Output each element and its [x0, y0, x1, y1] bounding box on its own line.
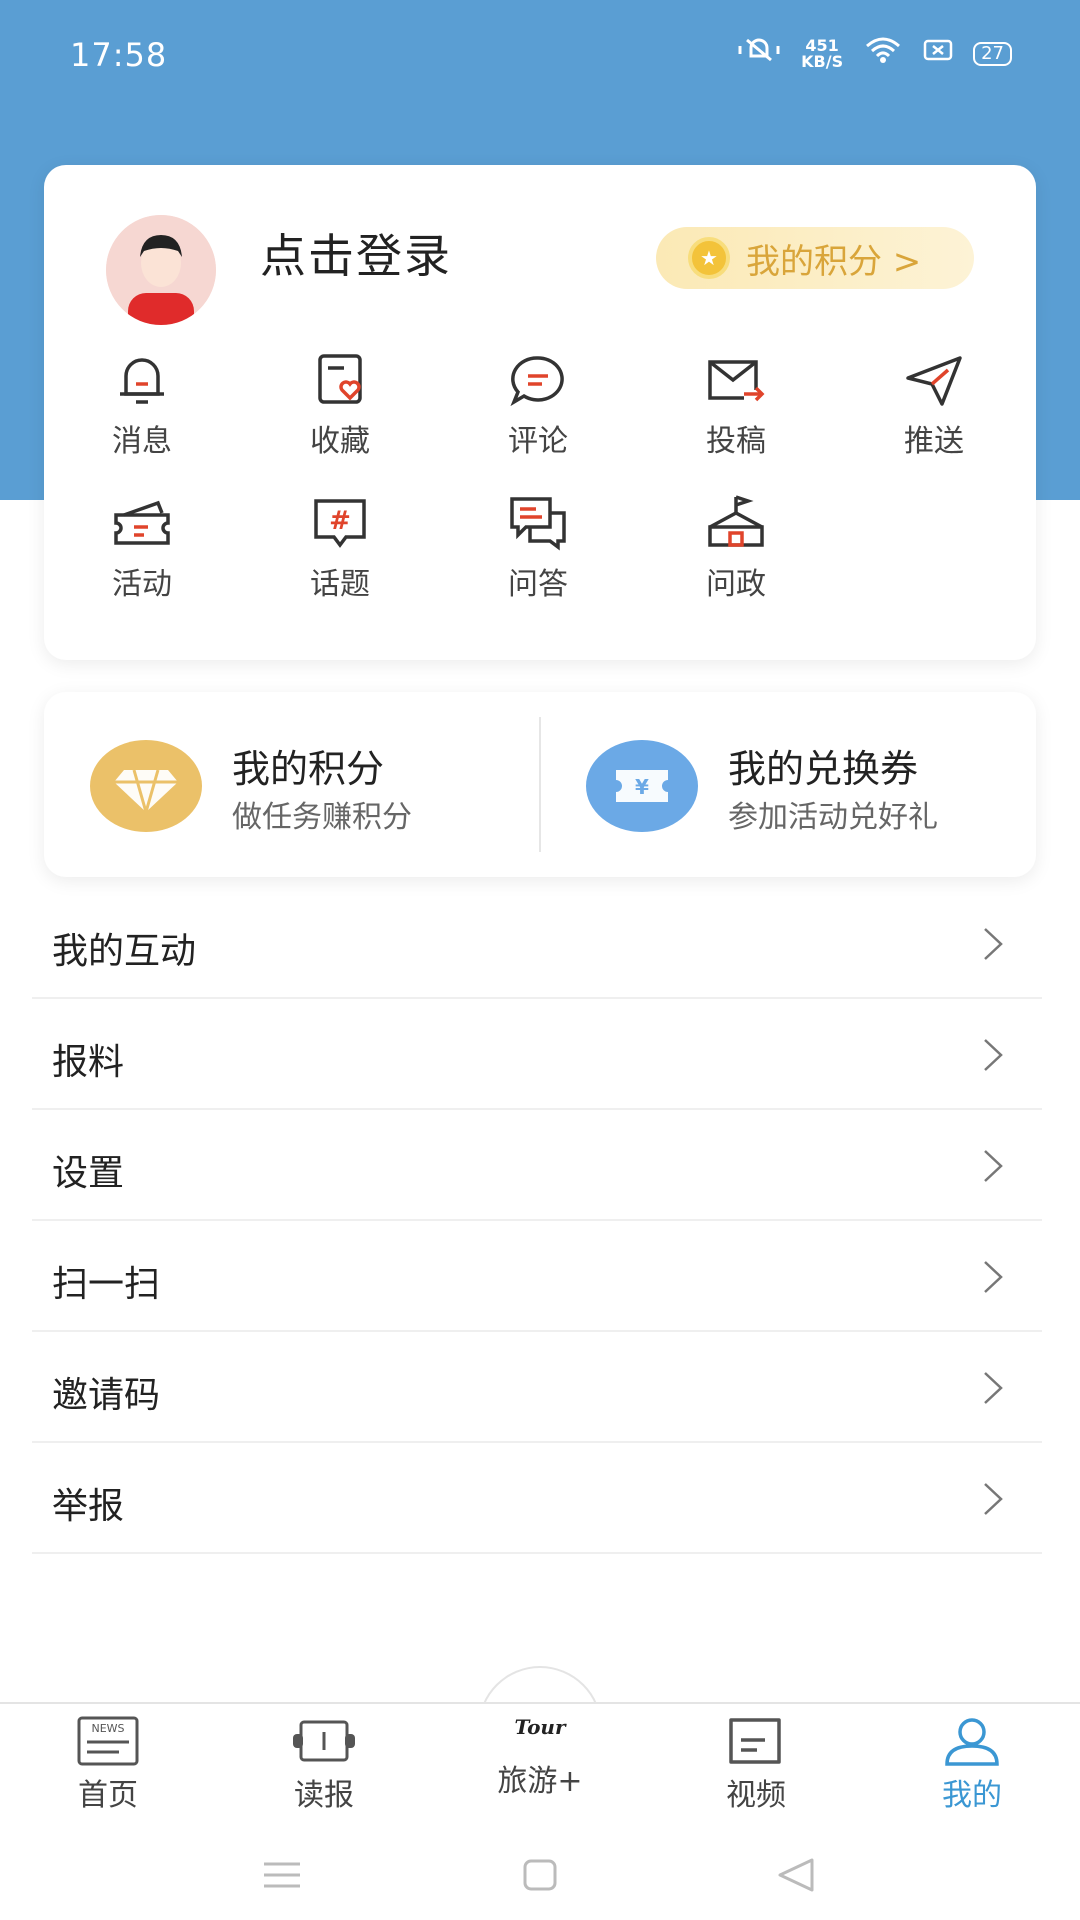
- shortcut-messages[interactable]: 消息: [82, 350, 202, 460]
- favorite-icon: [308, 350, 372, 410]
- shortcut-comments[interactable]: 评论: [478, 350, 598, 460]
- chevron-right-icon: [984, 1150, 1003, 1182]
- chevron-right-icon: [984, 1261, 1003, 1293]
- my-vouchers-subtitle: 参加活动兑好礼: [728, 800, 938, 835]
- tab-mine[interactable]: 我的: [902, 1714, 1042, 1814]
- my-vouchers-title: 我的兑换券: [728, 747, 919, 791]
- my-vouchers-entry[interactable]: ¥ 我的兑换券 参加活动兑好礼: [540, 692, 1036, 877]
- government-building-icon: [704, 493, 768, 553]
- home-nav-icon[interactable]: [522, 1858, 558, 1892]
- chevron-right-icon: [984, 1483, 1003, 1515]
- status-bar: 17:58 451 KB/S 27: [0, 0, 1080, 110]
- menu-row-label: 邀请码: [52, 1375, 161, 1416]
- svg-text:#: #: [329, 506, 351, 536]
- comment-icon: [506, 350, 570, 410]
- default-avatar-icon: [106, 215, 216, 325]
- menu-row-label: 举报: [52, 1486, 125, 1527]
- shortcut-label: 话题: [310, 567, 370, 602]
- tab-label: 旅游+: [497, 1764, 583, 1799]
- chevron-right-icon: [984, 1372, 1003, 1404]
- submit-mail-icon: [704, 350, 768, 410]
- status-icons: 451 KB/S 27: [737, 36, 1012, 71]
- menu-nav-icon[interactable]: [262, 1860, 302, 1890]
- back-nav-icon[interactable]: [776, 1856, 816, 1894]
- sim-x-icon: [923, 38, 953, 69]
- menu-row-settings[interactable]: 设置: [32, 1110, 1042, 1221]
- my-points-subtitle: 做任务赚积分: [232, 800, 412, 835]
- tour-logo-text: Tour: [514, 1715, 566, 1739]
- news-icon: NEWS: [73, 1714, 143, 1768]
- menu-row-report[interactable]: 举报: [32, 1443, 1042, 1554]
- diamond-icon: [90, 740, 202, 832]
- newspaper-scroll-icon: [289, 1714, 359, 1768]
- shortcut-qa[interactable]: 问答: [478, 493, 598, 603]
- tab-home[interactable]: NEWS 首页: [38, 1714, 178, 1814]
- my-points-pill[interactable]: ★ 我的积分 >: [656, 227, 974, 289]
- bell-icon: [110, 350, 174, 410]
- tab-tour[interactable]: Tour 旅游+: [470, 1700, 610, 1800]
- menu-row-my-interactions[interactable]: 我的互动: [32, 888, 1042, 999]
- menu-row-label: 设置: [52, 1153, 125, 1194]
- send-icon: [902, 350, 966, 410]
- mute-vibrate-icon: [737, 36, 781, 71]
- chevron-right-icon: [984, 1039, 1003, 1071]
- shortcut-activities[interactable]: 活动: [82, 493, 202, 603]
- chevron-right-icon: [984, 928, 1003, 960]
- qa-icon: [506, 493, 570, 553]
- ticket-icon: [110, 493, 174, 553]
- login-prompt[interactable]: 点击登录: [260, 220, 452, 286]
- coin-star-icon: ★: [688, 237, 730, 279]
- my-points-entry[interactable]: 我的积分 做任务赚积分: [44, 692, 540, 877]
- shortcut-topics[interactable]: # 话题: [280, 493, 400, 603]
- tab-read-paper[interactable]: 读报: [254, 1714, 394, 1814]
- shortcut-submit[interactable]: 投稿: [676, 350, 796, 460]
- menu-row-invite-code[interactable]: 邀请码: [32, 1332, 1042, 1443]
- svg-text:¥: ¥: [635, 775, 649, 799]
- svg-text:NEWS: NEWS: [91, 1722, 124, 1735]
- my-points-title: 我的积分: [232, 747, 385, 791]
- settings-menu: 我的互动 报料 设置 扫一扫 邀请码 举报: [32, 888, 1042, 1554]
- tab-label: 读报: [294, 1778, 354, 1813]
- shortcut-government[interactable]: 问政: [676, 493, 796, 603]
- shortcut-favorites[interactable]: 收藏: [280, 350, 400, 460]
- shortcut-label: 问政: [706, 567, 766, 602]
- shortcut-label: 消息: [112, 424, 172, 459]
- bottom-tabbar: NEWS 首页 读报 Tour 旅游+ 视频 我的: [0, 1702, 1080, 1830]
- menu-row-scan[interactable]: 扫一扫: [32, 1221, 1042, 1332]
- video-icon: [721, 1714, 791, 1768]
- network-speed-unit: KB/S: [801, 51, 844, 71]
- rewards-card: 我的积分 做任务赚积分 ¥ 我的兑换券 参加活动兑好礼: [44, 692, 1036, 877]
- network-speed: 451 KB/S: [801, 37, 844, 71]
- shortcut-label: 评论: [508, 424, 568, 459]
- wifi-icon: [863, 36, 903, 71]
- tab-label: 我的: [942, 1778, 1002, 1813]
- tab-label: 视频: [726, 1778, 786, 1813]
- shortcut-label: 推送: [904, 424, 964, 459]
- shortcut-label: 问答: [508, 567, 568, 602]
- shortcut-push[interactable]: 推送: [874, 350, 994, 460]
- shortcut-label: 收藏: [310, 424, 370, 459]
- menu-row-tip-off[interactable]: 报料: [32, 999, 1042, 1110]
- topic-hash-icon: #: [308, 493, 372, 553]
- profile-icon: [937, 1714, 1007, 1768]
- system-nav-bar: [0, 1830, 1080, 1920]
- menu-row-label: 报料: [52, 1042, 125, 1083]
- menu-row-label: 我的互动: [52, 931, 197, 972]
- shortcut-label: 投稿: [706, 424, 766, 459]
- status-time: 17:58: [70, 36, 168, 74]
- battery-indicator: 27: [973, 41, 1012, 66]
- profile-card: 点击登录 ★ 我的积分 > 消息 收藏 评论 投稿 推送 活动 # 话题 问答 …: [44, 165, 1036, 660]
- my-points-pill-label: 我的积分 >: [746, 241, 922, 282]
- tab-video[interactable]: 视频: [686, 1714, 826, 1814]
- avatar[interactable]: [106, 215, 216, 325]
- tour-logo-icon: Tour: [505, 1700, 575, 1754]
- voucher-icon: ¥: [586, 740, 698, 832]
- menu-row-label: 扫一扫: [52, 1264, 161, 1305]
- tab-label: 首页: [78, 1778, 138, 1813]
- shortcut-label: 活动: [112, 567, 172, 602]
